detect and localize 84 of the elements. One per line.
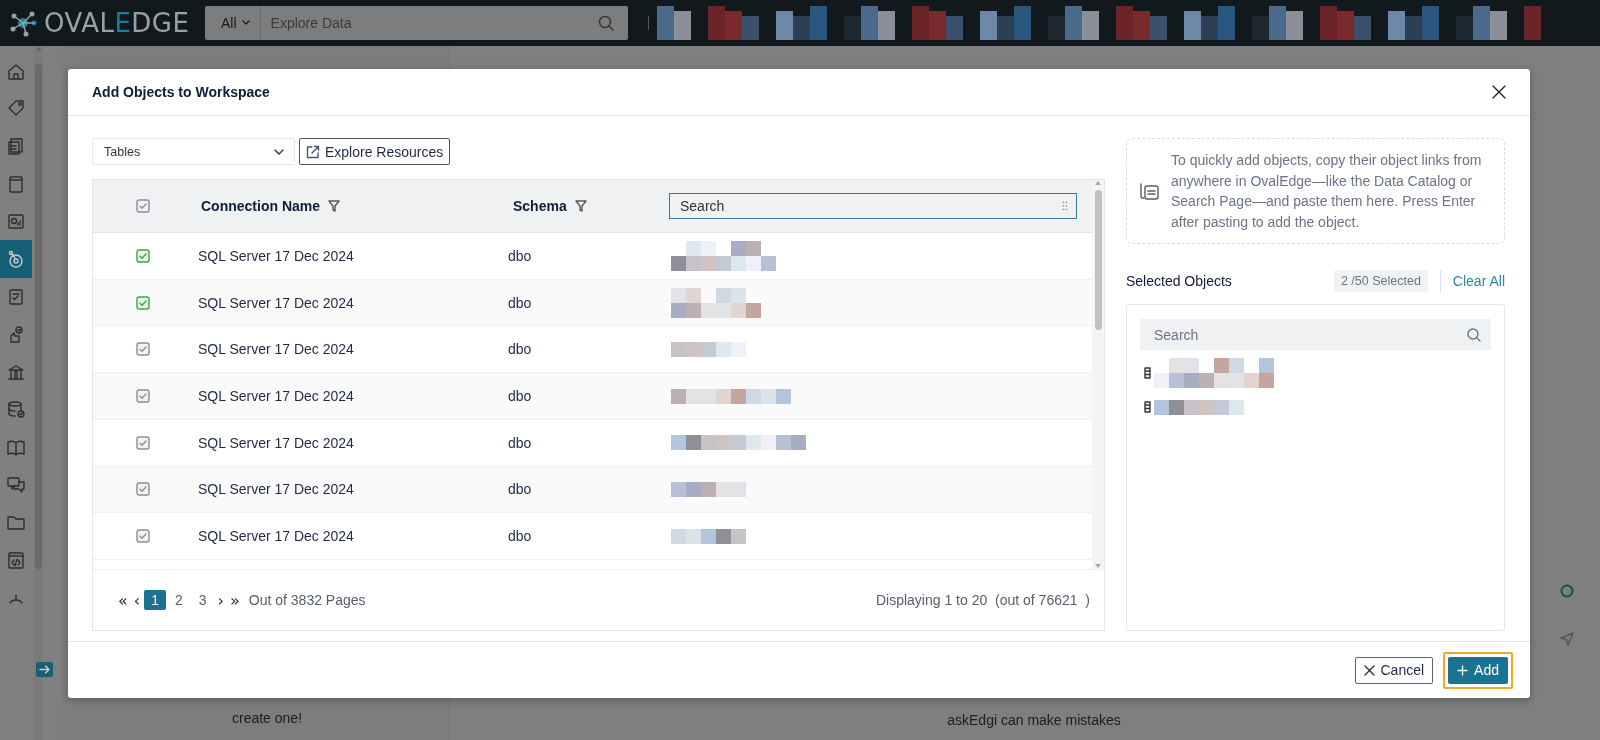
checkbox[interactable] bbox=[136, 482, 150, 497]
explore-resources-button[interactable]: Explore Resources bbox=[299, 138, 451, 166]
filter-icon bbox=[328, 200, 340, 213]
search-field[interactable]: Search bbox=[669, 193, 1077, 220]
search-icon bbox=[598, 15, 614, 31]
table-cell-text: SQL Server 17 Dec 2024 bbox=[197, 388, 355, 404]
last-page-button[interactable]: » bbox=[227, 590, 243, 610]
hint-text: To quickly add objects, copy their object links from anywhere in OvalEdge—like the Data Catalog or Search Page—and paste them here. Press Enter after pasting to add the object. bbox=[1171, 151, 1483, 232]
search-field[interactable]: All Explore Data bbox=[205, 6, 628, 40]
table-cell-text: SQL Server 17 Dec 2024 bbox=[197, 294, 355, 311]
external-link-icon bbox=[306, 144, 320, 159]
object-type-dropdown[interactable]: Tables bbox=[92, 138, 295, 166]
clear-all-link[interactable]: Clear All bbox=[1452, 273, 1505, 290]
checkbox[interactable] bbox=[136, 342, 150, 357]
table-cell-text: SQL Server 17 Dec 2024 bbox=[197, 528, 355, 545]
status-circle-icon bbox=[1560, 584, 1574, 598]
send-icon bbox=[1560, 632, 1574, 646]
table-cell-text: dbo bbox=[507, 388, 533, 404]
database-icon bbox=[6, 399, 26, 420]
chat-icon bbox=[6, 474, 26, 495]
selected-count: 2 /50 Selected bbox=[1333, 270, 1428, 293]
chevron-down-icon bbox=[241, 20, 250, 26]
logo-wordmark: OVALEDGE bbox=[44, 8, 190, 38]
table-cell-text: SQL Server 17 Dec 2024 bbox=[197, 481, 355, 498]
displaying-count: Displaying 1 to 20 (out of 76621 ) bbox=[875, 592, 1090, 609]
expand-sidebar-button[interactable] bbox=[36, 662, 53, 677]
scrollbar-thumb[interactable] bbox=[1094, 190, 1102, 331]
chart-report-icon bbox=[6, 211, 26, 232]
page-count: Out of 3832 Pages bbox=[248, 592, 366, 609]
table-cell-text: SQL Server 17 Dec 2024 bbox=[197, 434, 355, 451]
empty-state-text: create one! bbox=[232, 710, 303, 726]
table-icon bbox=[1144, 401, 1151, 414]
column-header: Connection Name bbox=[201, 198, 320, 215]
table-cell-text: SQL Server 17 Dec 2024 bbox=[197, 247, 355, 264]
search-input[interactable]: Search bbox=[1152, 325, 1467, 344]
add-button[interactable]: Add bbox=[1448, 656, 1508, 684]
section-title: Selected Objects bbox=[1126, 273, 1233, 290]
table-cell-text: dbo bbox=[507, 294, 533, 311]
page-button[interactable]: 3 bbox=[191, 590, 214, 611]
table-cell-text: dbo bbox=[507, 528, 533, 545]
drag-handle-icon bbox=[1062, 201, 1068, 212]
target-icon bbox=[6, 248, 26, 269]
sidebar-nav-button[interactable] bbox=[0, 239, 32, 278]
book-icon bbox=[6, 173, 26, 194]
scope-dropdown[interactable]: All bbox=[205, 6, 261, 40]
checkbox[interactable] bbox=[136, 389, 150, 403]
table-cell-text: dbo bbox=[507, 247, 533, 264]
checkbox[interactable] bbox=[136, 435, 150, 450]
copy-list-icon bbox=[1139, 180, 1161, 203]
chevron-down-icon bbox=[274, 148, 284, 155]
arrow-right-icon bbox=[39, 665, 50, 674]
previous-page-button[interactable]: ‹ bbox=[130, 590, 144, 610]
search-icon bbox=[1467, 327, 1481, 342]
scroll-down-icon bbox=[1094, 563, 1102, 570]
search-input[interactable]: Explore Data bbox=[260, 6, 598, 40]
table-icon bbox=[1144, 367, 1151, 380]
table-cell-text: dbo bbox=[507, 341, 533, 358]
filter-icon bbox=[574, 200, 587, 213]
code-file-icon bbox=[6, 549, 26, 570]
close-icon bbox=[1492, 85, 1506, 100]
scroll-up-icon bbox=[1094, 180, 1102, 187]
checkbox-checked[interactable] bbox=[136, 248, 150, 263]
scroll-up-icon bbox=[34, 46, 43, 52]
page-button[interactable]: 2 bbox=[168, 590, 190, 611]
close-icon bbox=[1364, 664, 1376, 676]
disclaimer-text: askEdgi can make mistakes bbox=[947, 712, 1121, 728]
table-cell-text: dbo bbox=[507, 481, 533, 498]
cancel-button[interactable]: Cancel bbox=[1355, 656, 1434, 684]
checklist-icon bbox=[6, 286, 26, 307]
search-input[interactable]: Search bbox=[670, 198, 1062, 215]
close-button[interactable] bbox=[1492, 85, 1506, 100]
table-cell-text: dbo bbox=[507, 434, 533, 451]
checkbox[interactable] bbox=[136, 529, 150, 544]
checkbox[interactable] bbox=[136, 199, 150, 214]
search-field[interactable]: Search bbox=[1140, 319, 1491, 351]
first-page-button[interactable]: « bbox=[115, 590, 131, 610]
table-cell-text: SQL Server 17 Dec 2024 bbox=[197, 341, 355, 358]
column-header: Schema bbox=[513, 198, 567, 215]
next-page-button[interactable]: › bbox=[214, 590, 227, 610]
dialog-title: Add Objects to Workspace bbox=[92, 84, 271, 101]
checkbox-checked[interactable] bbox=[136, 295, 150, 310]
documents-icon bbox=[6, 136, 26, 156]
page-button[interactable]: 1 bbox=[144, 590, 166, 611]
plus-icon bbox=[1457, 664, 1469, 676]
